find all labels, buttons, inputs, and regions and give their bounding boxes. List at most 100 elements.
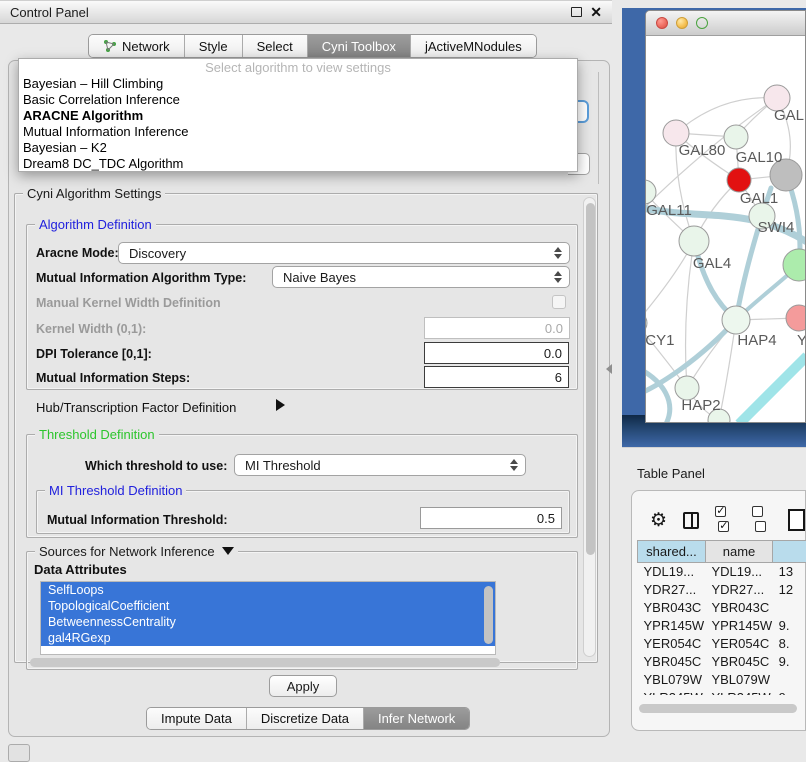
table-row[interactable]: YBR043CYBR043C [638,599,806,617]
manual-kernel-checkbox[interactable] [552,295,566,309]
tab-jactivemnodules[interactable]: jActiveMNodules [411,35,536,57]
algorithm-dropdown-popup: Select algorithm to view settings Bayesi… [18,58,578,172]
dropdown-prompt: Select algorithm to view settings [19,59,577,76]
list-scrollbar-thumb[interactable] [484,586,493,644]
node-salmon[interactable] [786,305,806,331]
node-label: GCY1 [646,332,674,349]
settings-scrollbar[interactable] [583,197,596,657]
splitter-collapse-icon[interactable] [606,364,612,374]
table-hscrollbar-thumb[interactable] [639,704,797,713]
node-label: GAL11 [646,202,692,219]
expand-arrow-icon[interactable] [276,399,285,411]
list-item-betweennesscentrality[interactable]: BetweennessCentrality [41,614,495,630]
node-label: GAL [774,107,804,124]
dropdown-item-aracne[interactable]: ARACNE Algorithm [19,108,577,124]
spinner-arrows-icon [554,270,563,284]
node-label: GAL4 [693,255,731,272]
table-row[interactable]: YLR345WYLR345W9. [638,689,806,696]
data-attributes-list[interactable]: SelfLoops TopologicalCoefficient Between… [40,581,496,655]
table-row[interactable]: YDL19...YDL19...13 [638,563,806,581]
table-row[interactable]: YER054CYER054C8. [638,635,806,653]
node-gal10[interactable] [724,125,748,149]
column-header-name[interactable]: name [705,541,772,563]
dropdown-item-basic-correlation[interactable]: Basic Correlation Inference [19,92,577,108]
which-threshold-combobox[interactable]: MI Threshold [234,454,526,476]
close-icon[interactable]: ✕ [590,7,602,17]
dpi-tolerance-field[interactable]: 0.0 [424,342,569,364]
aracne-mode-combobox[interactable]: Discovery [118,242,570,264]
data-attributes-label: Data Attributes [34,562,127,577]
settings-group-title: Cyni Algorithm Settings [23,186,165,201]
tab-style[interactable]: Style [185,35,243,57]
collapse-arrow-icon[interactable] [222,547,234,555]
mi-algorithm-type-combobox[interactable]: Naive Bayes [272,266,570,288]
list-item-gal4rgexp[interactable]: gal4RGexp [41,630,495,646]
dpi-tolerance-label: DPI Tolerance [0,1]: [36,347,152,361]
control-panel-tabs: Network Style Select Cyni Toolbox jActiv… [88,34,537,58]
table-row[interactable]: YBL079WYBL079W [638,671,806,689]
node-label: GAL1 [740,190,778,207]
list-item-selfloops[interactable]: SelfLoops [41,582,495,598]
table-row[interactable]: YBR045CYBR045C9. [638,653,806,671]
sources-title: Sources for Network Inference [35,544,238,559]
zoom-traffic-light-icon[interactable] [696,17,708,29]
mi-steps-label: Mutual Information Steps: [36,371,190,385]
sources-hscrollbar-thumb[interactable] [30,658,500,667]
node-gcy1[interactable] [646,312,647,334]
column-header-partial[interactable] [773,541,806,563]
screen: Control Panel ✕ Network Style Select Cyn… [0,0,806,762]
gear-icon[interactable]: ⚙ [650,511,667,530]
control-panel-titlebar: Control Panel ✕ [0,0,612,24]
new-table-icon[interactable] [788,509,805,531]
list-item-topologicalcoefficient[interactable]: TopologicalCoefficient [41,598,495,614]
collapsed-panel-button[interactable] [8,744,30,762]
dropdown-item-mutual-information[interactable]: Mutual Information Inference [19,124,577,140]
node-label: SWI4 [758,219,795,236]
bottom-tabs: Impute Data Discretize Data Infer Networ… [146,707,470,730]
dropdown-item-bayesian-hill[interactable]: Bayesian – Hill Climbing [19,76,577,92]
network-canvas[interactable]: GAL GAL80 GAL10 GAL1 GAL11 SWI4 GAL4 GCY… [646,36,806,423]
highlighted-edge[interactable] [739,356,806,423]
node-gal1-red[interactable] [727,168,751,192]
tab-infer-network[interactable]: Infer Network [364,708,469,729]
mi-threshold-label: Mutual Information Threshold: [47,513,228,527]
kernel-width-field[interactable]: 0.0 [424,317,570,339]
algorithm-definition-title: Algorithm Definition [35,217,156,232]
hub-definition-label: Hub/Transcription Factor Definition [36,400,236,415]
column-layout-icon[interactable] [683,512,699,529]
node-attribute-table: shared... name YDL19...YDL19...13 YDR27.… [637,540,806,695]
mi-threshold-field[interactable]: 0.5 [420,507,562,529]
tab-impute-data[interactable]: Impute Data [147,708,247,729]
tab-cyni-toolbox[interactable]: Cyni Toolbox [308,35,411,57]
tab-select[interactable]: Select [243,35,308,57]
deselect-all-checkboxes-icon[interactable] [752,505,772,535]
which-threshold-label: Which threshold to use: [85,459,227,473]
node-label: HAP4 [737,332,776,349]
node-gal11[interactable] [646,180,656,204]
network-window: GAL GAL80 GAL10 GAL1 GAL11 SWI4 GAL4 GCY… [645,10,806,423]
node-label: GAL80 [679,142,726,159]
table-row[interactable]: YDR27...YDR27...12 [638,581,806,599]
table-panel-box: ⚙ shared... name YDL19...YDL19...13 YDR2… [631,490,806,731]
apply-button[interactable]: Apply [269,675,337,697]
select-all-checkboxes-icon[interactable] [715,505,735,535]
mi-steps-field[interactable]: 6 [424,366,569,388]
column-header-shared-name[interactable]: shared... [638,541,706,563]
node-hap4[interactable] [722,306,750,334]
spinner-arrows-icon [510,458,519,472]
dropdown-item-dream8[interactable]: Dream8 DC_TDC Algorithm [19,156,577,172]
node-gal4[interactable] [679,226,709,256]
table-row[interactable]: YPR145WYPR145W9. [638,617,806,635]
tab-discretize-data[interactable]: Discretize Data [247,708,364,729]
float-window-icon[interactable] [571,7,582,17]
network-icon [103,39,117,53]
minimize-traffic-light-icon[interactable] [676,17,688,29]
dropdown-item-bayesian-k2[interactable]: Bayesian – K2 [19,140,577,156]
panel-title: Control Panel [10,5,89,20]
table-panel-titlebar: Table Panel [622,447,806,489]
settings-scrollbar-thumb[interactable] [586,203,595,555]
close-traffic-light-icon[interactable] [656,17,668,29]
network-window-titlebar[interactable] [646,11,805,36]
tab-network[interactable]: Network [89,35,185,57]
spinner-arrows-icon [554,246,563,260]
